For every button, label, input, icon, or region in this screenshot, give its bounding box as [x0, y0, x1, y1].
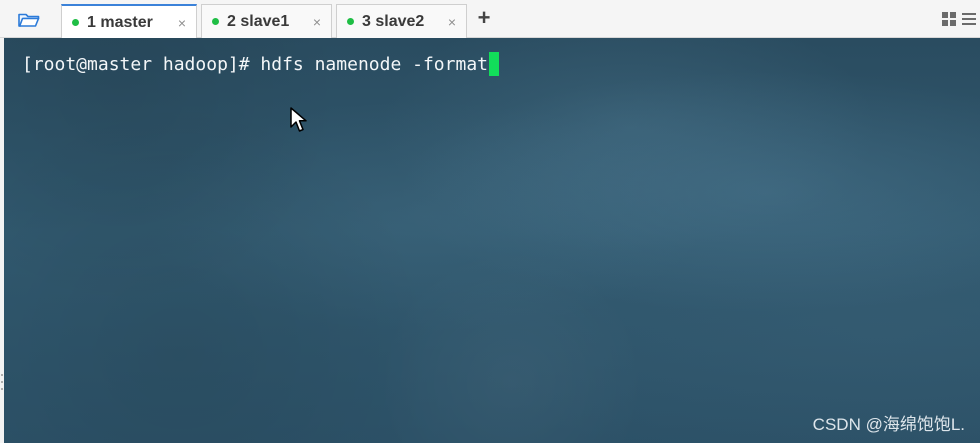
session-tab-bar: 1 master × 2 slave1 × 3 slave2 × +	[0, 0, 980, 39]
watermark-text: CSDN @海绵饱饱L.	[812, 415, 965, 434]
open-sessions-button[interactable]	[12, 6, 46, 32]
terminal-command-text: [root@master hadoop]# hdfs namenode -for…	[22, 53, 488, 75]
close-icon[interactable]: ×	[313, 15, 321, 29]
tab-label: 3 slave2	[362, 12, 425, 30]
mouse-pointer-icon	[290, 107, 307, 132]
resize-dot	[1, 388, 3, 390]
close-icon[interactable]: ×	[178, 16, 186, 30]
connection-status-dot	[212, 18, 219, 25]
terminal-cursor	[489, 52, 499, 76]
tab-menu-button[interactable]	[960, 10, 978, 28]
close-icon[interactable]: ×	[448, 15, 456, 29]
resize-dot	[1, 381, 3, 383]
connection-status-dot	[72, 19, 79, 26]
tab-label: 1 master	[87, 13, 153, 31]
grid-icon	[942, 12, 956, 26]
connection-status-dot	[347, 18, 354, 25]
resize-handle[interactable]	[0, 374, 4, 390]
folder-open-icon	[18, 13, 40, 27]
resize-dot	[1, 374, 3, 376]
tab-1-master[interactable]: 1 master ×	[61, 4, 197, 39]
terminal-panel[interactable]: [root@master hadoop]# hdfs namenode -for…	[4, 38, 980, 443]
menu-icon	[962, 13, 976, 25]
tab-bar-tools	[940, 9, 980, 29]
tab-2-slave1[interactable]: 2 slave1 ×	[201, 4, 332, 38]
layout-grid-button[interactable]	[940, 10, 958, 28]
terminal-app-window: 1 master × 2 slave1 × 3 slave2 × + [root…	[0, 0, 980, 443]
terminal-command-line[interactable]: [root@master hadoop]# hdfs namenode -for…	[22, 52, 499, 76]
tab-3-slave2[interactable]: 3 slave2 ×	[336, 4, 467, 38]
add-tab-button[interactable]: +	[473, 7, 495, 29]
tab-label: 2 slave1	[227, 12, 290, 30]
